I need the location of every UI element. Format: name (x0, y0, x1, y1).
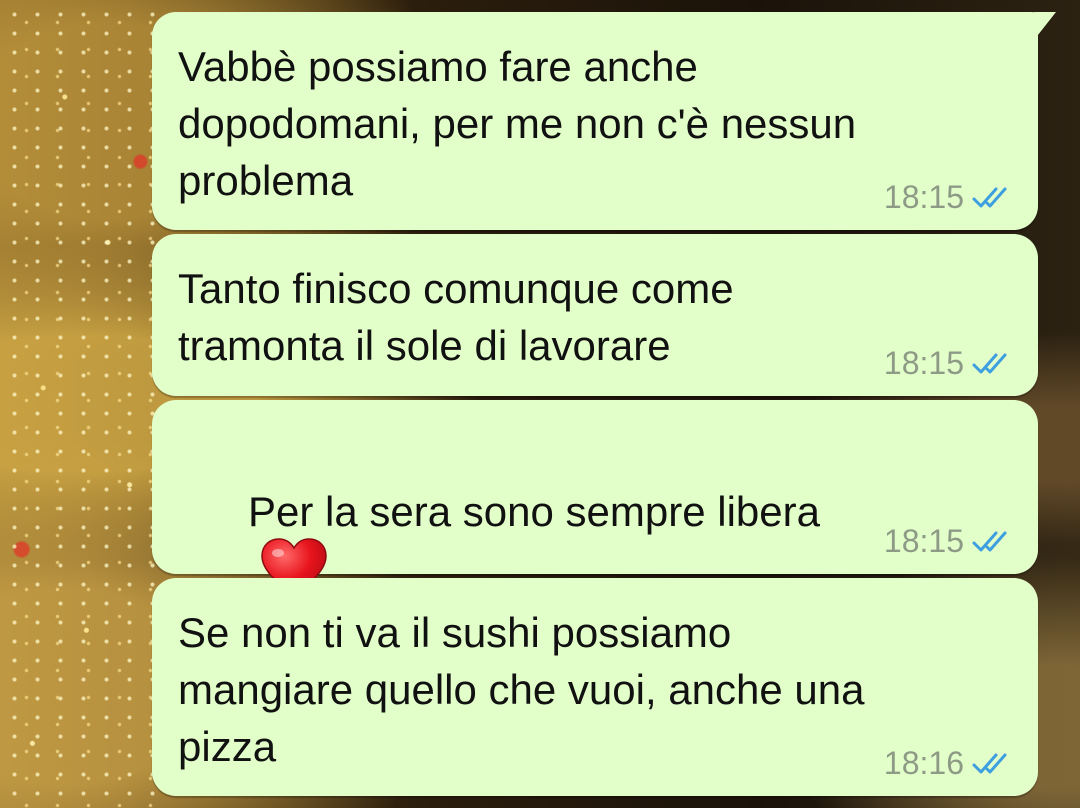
bubble-tail (1034, 12, 1056, 40)
message-text: Se non ti va il sushi possiamo mangiare … (178, 609, 865, 770)
message-meta: 18:15 (884, 523, 1016, 560)
message-time: 18:15 (883, 523, 964, 559)
double-check-read-icon (972, 187, 1007, 207)
message-text: Per la sera sono sempre libera (248, 488, 820, 535)
message-meta: 18:15 (884, 179, 1016, 216)
message-text: Tanto finisco comunque come tramonta il … (178, 265, 734, 369)
outgoing-message-bubble[interactable]: Per la sera sono sempre libera 18:15 (152, 400, 1038, 597)
message-time: 18:16 (883, 745, 964, 781)
double-check-read-icon (972, 753, 1007, 773)
outgoing-message-bubble[interactable]: Vabbè possiamo fare anche dopodomani, pe… (152, 12, 1056, 230)
wallpaper-lights (0, 0, 160, 808)
message-time: 18:15 (883, 179, 964, 215)
outgoing-message-bubble[interactable]: Se non ti va il sushi possiamo mangiare … (152, 578, 1038, 796)
message-text: Vabbè possiamo fare anche dopodomani, pe… (178, 43, 857, 204)
message-meta: 18:16 (884, 745, 1016, 782)
message-meta: 18:15 (884, 345, 1016, 382)
double-check-read-icon (972, 353, 1007, 373)
outgoing-message-bubble[interactable]: Tanto finisco comunque come tramonta il … (152, 234, 1038, 396)
message-time: 18:15 (883, 345, 964, 381)
double-check-read-icon (972, 531, 1007, 551)
